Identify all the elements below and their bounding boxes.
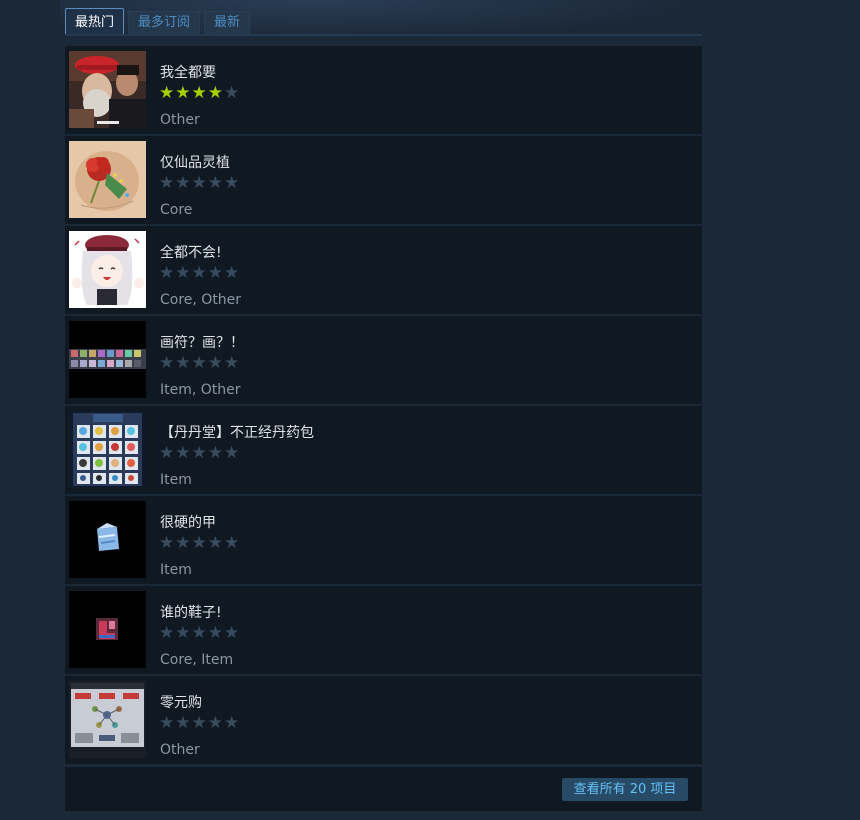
star-icon: ★ (175, 713, 192, 733)
item-thumbnail[interactable] (69, 321, 146, 398)
rating-stars: ★★★★★ (159, 443, 240, 463)
item-thumbnail[interactable] (69, 231, 146, 308)
workshop-item[interactable]: 零元购 ★★★★★ Other (65, 676, 702, 766)
star-icon: ★ (175, 83, 192, 103)
item-tags: Core, Item (160, 652, 234, 668)
star-icon: ★ (159, 533, 176, 553)
star-icon: ★ (191, 173, 208, 193)
list-footer: 查看所有 20 项目 (65, 767, 702, 811)
star-icon: ★ (207, 173, 224, 193)
star-icon: ★ (207, 533, 224, 553)
star-icon: ★ (207, 713, 224, 733)
star-icon: ★ (224, 623, 241, 643)
item-title[interactable]: 全都不会! (160, 242, 222, 262)
item-thumbnail[interactable] (69, 51, 146, 128)
item-title[interactable]: 很硬的甲 (160, 512, 216, 532)
rating-stars: ★★★★★ (159, 353, 240, 373)
star-icon: ★ (191, 533, 208, 553)
workshop-item[interactable]: 谁的鞋子! ★★★★★ Core, Item (65, 586, 702, 676)
item-thumbnail[interactable] (69, 141, 146, 218)
star-icon: ★ (175, 623, 192, 643)
star-icon: ★ (191, 713, 208, 733)
workshop-item[interactable]: 很硬的甲 ★★★★★ Item (65, 496, 702, 586)
tab-most-subscribed[interactable]: 最多订阅 (128, 11, 201, 34)
rating-stars: ★★★★★ (159, 83, 240, 103)
item-tags: Other (160, 112, 200, 128)
item-thumbnail[interactable] (69, 501, 146, 578)
item-thumbnail[interactable] (69, 591, 146, 668)
item-tags: Other (160, 742, 200, 758)
item-thumbnail[interactable] (69, 411, 146, 488)
star-icon: ★ (224, 353, 241, 373)
item-tags: Item, Other (160, 382, 241, 398)
sort-tabs: 最热门 最多订阅 最新 (65, 8, 251, 34)
star-icon: ★ (207, 623, 224, 643)
item-tags: Item (160, 472, 192, 488)
star-icon: ★ (175, 533, 192, 553)
star-icon: ★ (159, 263, 176, 283)
rating-stars: ★★★★★ (159, 623, 240, 643)
star-icon: ★ (224, 83, 241, 103)
workshop-item[interactable]: 我全都要 ★★★★★ Other (65, 46, 702, 136)
rating-stars: ★★★★★ (159, 173, 240, 193)
tab-most-popular[interactable]: 最热门 (65, 8, 125, 34)
star-icon: ★ (224, 173, 241, 193)
star-icon: ★ (224, 263, 241, 283)
star-icon: ★ (159, 443, 176, 463)
star-icon: ★ (175, 263, 192, 283)
item-tags: Core, Other (160, 292, 242, 308)
item-title[interactable]: 仅仙品灵植 (160, 152, 230, 172)
workshop-item[interactable]: 画符？画？！ ★★★★★ Item, Other (65, 316, 702, 406)
tab-divider (65, 34, 702, 36)
workshop-item[interactable]: 全都不会! ★★★★★ Core, Other (65, 226, 702, 316)
star-icon: ★ (159, 83, 176, 103)
view-all-button[interactable]: 查看所有 20 项目 (562, 778, 688, 801)
rating-stars: ★★★★★ (159, 533, 240, 553)
item-tags: Core (160, 202, 193, 218)
star-icon: ★ (191, 83, 208, 103)
star-icon: ★ (191, 623, 208, 643)
rating-stars: ★★★★★ (159, 713, 240, 733)
item-title[interactable]: 画符？画？！ (160, 332, 244, 352)
item-title[interactable]: 【丹丹堂】不正经丹药包 (160, 422, 314, 442)
star-icon: ★ (159, 173, 176, 193)
star-icon: ★ (224, 533, 241, 553)
workshop-item[interactable]: 【丹丹堂】不正经丹药包 ★★★★★ Item (65, 406, 702, 496)
star-icon: ★ (207, 263, 224, 283)
star-icon: ★ (159, 713, 176, 733)
item-title[interactable]: 我全都要 (160, 62, 216, 82)
item-title[interactable]: 谁的鞋子! (160, 602, 222, 622)
star-icon: ★ (191, 263, 208, 283)
item-tags: Item (160, 562, 192, 578)
star-icon: ★ (159, 353, 176, 373)
tab-newest[interactable]: 最新 (204, 11, 251, 34)
star-icon: ★ (191, 353, 208, 373)
star-icon: ★ (207, 83, 224, 103)
star-icon: ★ (224, 713, 241, 733)
star-icon: ★ (159, 623, 176, 643)
item-thumbnail[interactable] (69, 681, 146, 758)
star-icon: ★ (191, 443, 208, 463)
star-icon: ★ (175, 443, 192, 463)
rating-stars: ★★★★★ (159, 263, 240, 283)
star-icon: ★ (175, 173, 192, 193)
star-icon: ★ (224, 443, 241, 463)
star-icon: ★ (175, 353, 192, 373)
star-icon: ★ (207, 353, 224, 373)
item-title[interactable]: 零元购 (160, 692, 202, 712)
workshop-item-list: 我全都要 ★★★★★ Other 仅仙品灵植 ★★★★★ Core 全都不会! … (65, 46, 702, 766)
workshop-item[interactable]: 仅仙品灵植 ★★★★★ Core (65, 136, 702, 226)
star-icon: ★ (207, 443, 224, 463)
